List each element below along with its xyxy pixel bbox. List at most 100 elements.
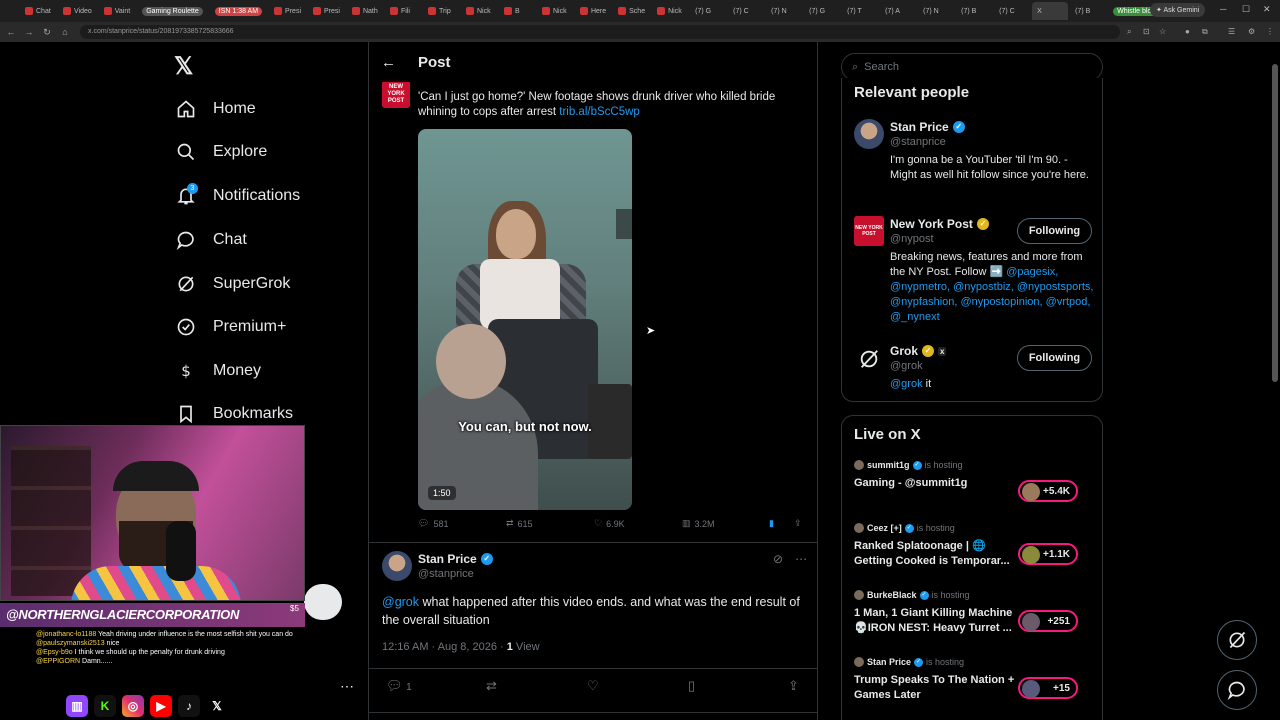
home-browser-icon[interactable]: ⌂: [56, 27, 74, 37]
search-input[interactable]: ⌕ Search: [841, 53, 1103, 81]
grok-float-button[interactable]: [1217, 620, 1257, 660]
browser-tab[interactable]: (7) G: [690, 2, 726, 20]
tab-favicon-icon: [503, 7, 512, 15]
profile-icon[interactable]: ☰: [1228, 27, 1235, 36]
reply-action[interactable]: 💬︎ 1: [386, 678, 412, 694]
reply-action[interactable]: 💬︎ 581: [418, 518, 448, 529]
person-handle[interactable]: @stanprice: [890, 136, 946, 148]
forward-icon[interactable]: →: [20, 27, 38, 37]
browser-tab[interactable]: (7) T: [842, 2, 878, 20]
browser-tab[interactable]: Presi: [308, 2, 345, 20]
account-more-icon[interactable]: ⋯: [340, 678, 354, 695]
article-link[interactable]: trib.al/bScC5wp: [559, 106, 640, 118]
browser-tab[interactable]: Presi: [269, 2, 306, 20]
browser-tab[interactable]: Vaint: [99, 2, 135, 20]
live-count-badge[interactable]: +5.4K: [1018, 480, 1078, 502]
nav-money[interactable]: $ Money: [176, 357, 261, 385]
nav-home[interactable]: Home: [176, 95, 256, 123]
browser-tab[interactable]: (7) B: [956, 2, 992, 20]
repost-action[interactable]: ⇄ 615: [506, 518, 533, 529]
following-button[interactable]: Following: [1017, 345, 1092, 371]
person-name[interactable]: New York Post ✓: [890, 217, 989, 231]
minimize-icon[interactable]: ─: [1220, 4, 1226, 14]
tab-favicon-icon: [618, 7, 627, 15]
nypost-avatar[interactable]: NEW YORK POST: [854, 216, 884, 246]
person-handle[interactable]: @nypost: [890, 233, 934, 245]
browser-tab[interactable]: (7) C: [728, 2, 764, 20]
install-icon[interactable]: ⊡: [1143, 27, 1150, 36]
heart-icon[interactable]: ♡: [587, 678, 599, 694]
zoom-icon[interactable]: ⌕: [1127, 27, 1131, 37]
nav-premium-label: Premium+: [213, 318, 287, 335]
nav-bookmarks[interactable]: Bookmarks: [176, 400, 293, 428]
bookmark-icon[interactable]: ▯: [688, 678, 695, 694]
browser-tab[interactable]: Nath: [347, 2, 383, 20]
nav-explore[interactable]: Explore: [176, 138, 267, 166]
back-icon[interactable]: ←: [2, 27, 20, 37]
browser-tab[interactable]: Trip: [423, 2, 459, 20]
video-player[interactable]: You can, but not now. 1:50: [418, 129, 632, 510]
browser-tab[interactable]: ISN 1:38 AM: [210, 2, 267, 20]
browser-tab[interactable]: Sche: [613, 2, 650, 20]
views-action[interactable]: ▥ 3.2M: [682, 518, 715, 529]
browser-tab[interactable]: Chat: [20, 2, 56, 20]
browser-tab[interactable]: Video: [58, 2, 97, 20]
browser-tab[interactable]: (7) A: [880, 2, 916, 20]
following-button[interactable]: Following: [1017, 218, 1092, 244]
url-field[interactable]: x.com/stanprice/status/20819733857258336…: [80, 25, 1120, 39]
avatar[interactable]: [854, 119, 884, 149]
nav-notifications[interactable]: 3 Notifications: [176, 182, 300, 210]
account-icon[interactable]: ⚙: [1248, 27, 1255, 36]
nav-supergrok[interactable]: SuperGrok: [176, 270, 290, 298]
grok-explain-icon[interactable]: ⊘: [773, 552, 783, 566]
browser-tab[interactable]: Gaming Roulette: [137, 2, 208, 20]
star-icon[interactable]: ☆: [1159, 27, 1166, 36]
browser-tab[interactable]: Nick: [537, 2, 573, 20]
browser-tab[interactable]: (7) N: [918, 2, 954, 20]
nypost-avatar[interactable]: NEW YORK POST: [382, 80, 410, 108]
browser-tab[interactable]: (7) C: [994, 2, 1030, 20]
person-name[interactable]: Stan Price ✓: [890, 120, 965, 134]
relevant-people-title: Relevant people: [854, 84, 970, 101]
share-icon[interactable]: ⇪: [788, 678, 799, 694]
live-count-badge[interactable]: +251: [1018, 610, 1078, 632]
browser-tab[interactable]: Here: [575, 2, 611, 20]
extension-icon[interactable]: ●: [1185, 27, 1190, 36]
maximize-icon[interactable]: ☐: [1242, 4, 1250, 15]
browser-tab[interactable]: (7) N: [766, 2, 802, 20]
chat-float-button[interactable]: [1217, 670, 1257, 710]
bookmark-filled-icon: ▮: [769, 518, 774, 528]
back-arrow-icon[interactable]: ←: [381, 54, 396, 71]
extensions-icon[interactable]: ⧉: [1202, 27, 1208, 37]
live-count-badge[interactable]: +15: [1018, 677, 1078, 699]
reload-icon[interactable]: ↻: [38, 27, 56, 38]
nav-premium[interactable]: Premium+: [176, 313, 286, 341]
person-name[interactable]: Grok ✓ x: [890, 344, 947, 358]
repost-icon[interactable]: ⇄: [486, 678, 497, 694]
person-handle[interactable]: @grok: [890, 360, 923, 372]
avatar[interactable]: [382, 551, 412, 581]
reply-author[interactable]: Stan Price ✓: [418, 552, 493, 566]
browser-tab[interactable]: Fili: [385, 2, 421, 20]
browser-tab[interactable]: Nick: [461, 2, 497, 20]
x-logo[interactable]: 𝕏: [174, 52, 193, 81]
bookmark-action[interactable]: ▮: [769, 518, 774, 529]
browser-tab-active[interactable]: X: [1032, 2, 1069, 20]
more-options-icon[interactable]: ⋯: [795, 552, 807, 566]
grok-mention[interactable]: @grok: [382, 595, 419, 609]
live-count-badge[interactable]: +1.1K: [1018, 543, 1078, 565]
reply-handle[interactable]: @stanprice: [418, 568, 474, 580]
grok-avatar[interactable]: [854, 344, 884, 374]
page-scrollbar[interactable]: [1272, 64, 1278, 382]
browser-tab[interactable]: (7) B: [1070, 2, 1106, 20]
browser-tab[interactable]: B: [499, 2, 535, 20]
browser-tab[interactable]: (7) G: [804, 2, 840, 20]
post-button[interactable]: [304, 584, 342, 620]
like-action[interactable]: ♡ 6.9K: [594, 518, 625, 529]
close-window-icon[interactable]: ✕: [1263, 4, 1271, 15]
share-action[interactable]: ⇪: [794, 518, 802, 529]
browser-tab[interactable]: Nick: [652, 2, 688, 20]
nav-chat[interactable]: Chat: [176, 226, 247, 254]
menu-icon[interactable]: ⋮: [1266, 27, 1274, 36]
ask-gemini-button[interactable]: ✦ Ask Gemini: [1150, 3, 1206, 17]
